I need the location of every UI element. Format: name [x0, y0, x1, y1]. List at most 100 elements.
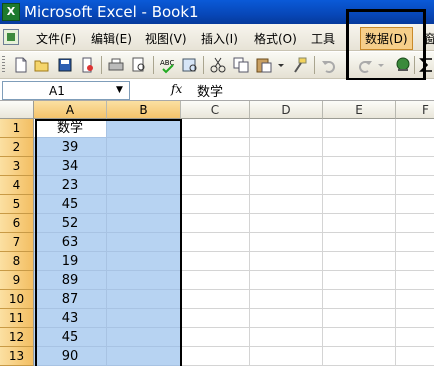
table-cell[interactable] — [323, 119, 396, 138]
column-header-f[interactable]: F — [396, 101, 434, 119]
table-cell[interactable] — [181, 176, 250, 195]
row-header[interactable]: 7 — [0, 233, 34, 252]
menu-view[interactable]: 视图(V) — [145, 30, 187, 47]
research-icon[interactable] — [181, 56, 199, 74]
table-cell[interactable] — [250, 176, 323, 195]
chevron-down-icon[interactable]: ▼ — [112, 83, 127, 98]
paste-icon[interactable] — [255, 56, 273, 74]
table-cell[interactable] — [396, 214, 434, 233]
table-cell[interactable] — [250, 309, 323, 328]
table-cell[interactable] — [250, 157, 323, 176]
insert-function-button[interactable]: fx — [171, 82, 182, 96]
table-cell[interactable] — [323, 271, 396, 290]
table-cell[interactable] — [107, 214, 181, 233]
row-header[interactable]: 10 — [0, 290, 34, 309]
table-cell[interactable] — [107, 290, 181, 309]
table-cell[interactable] — [323, 176, 396, 195]
table-cell[interactable]: 43 — [34, 309, 107, 328]
menu-file[interactable]: 文件(F) — [36, 30, 76, 47]
table-cell[interactable]: 34 — [34, 157, 107, 176]
table-cell[interactable] — [396, 271, 434, 290]
table-cell[interactable]: 63 — [34, 233, 107, 252]
table-cell[interactable] — [396, 138, 434, 157]
row-header[interactable]: 1 — [0, 119, 34, 138]
table-cell[interactable]: 23 — [34, 176, 107, 195]
select-all-button[interactable] — [0, 101, 34, 119]
table-cell[interactable] — [107, 271, 181, 290]
table-cell[interactable] — [107, 252, 181, 271]
table-cell[interactable] — [323, 195, 396, 214]
column-header-c[interactable]: C — [181, 101, 250, 119]
spelling-icon[interactable]: ABC — [159, 56, 177, 74]
table-cell[interactable] — [107, 195, 181, 214]
table-cell[interactable] — [250, 138, 323, 157]
table-cell[interactable]: 39 — [34, 138, 107, 157]
table-cell[interactable] — [181, 157, 250, 176]
name-box[interactable]: A1 ▼ — [2, 81, 130, 100]
menu-insert[interactable]: 插入(I) — [201, 30, 238, 47]
table-cell[interactable] — [396, 176, 434, 195]
table-cell[interactable] — [323, 252, 396, 271]
table-cell[interactable] — [107, 347, 181, 366]
table-cell[interactable] — [396, 119, 434, 138]
table-cell[interactable] — [396, 195, 434, 214]
row-header[interactable]: 13 — [0, 347, 34, 366]
column-header-a[interactable]: A — [34, 101, 107, 119]
table-cell[interactable]: 90 — [34, 347, 107, 366]
table-cell[interactable]: 19 — [34, 252, 107, 271]
table-cell[interactable] — [323, 214, 396, 233]
table-cell[interactable] — [323, 233, 396, 252]
table-cell[interactable] — [396, 328, 434, 347]
table-cell[interactable] — [323, 290, 396, 309]
table-cell[interactable] — [396, 290, 434, 309]
table-cell[interactable] — [250, 195, 323, 214]
cut-icon[interactable] — [209, 56, 227, 74]
menu-format[interactable]: 格式(O) — [254, 30, 297, 47]
table-cell[interactable]: 87 — [34, 290, 107, 309]
redo-icon[interactable] — [356, 56, 374, 74]
redo-dropdown[interactable] — [376, 56, 386, 74]
row-header[interactable]: 4 — [0, 176, 34, 195]
column-header-d[interactable]: D — [250, 101, 323, 119]
table-cell[interactable] — [323, 138, 396, 157]
table-cell[interactable]: 89 — [34, 271, 107, 290]
table-cell[interactable] — [250, 252, 323, 271]
table-cell[interactable] — [181, 119, 250, 138]
table-cell[interactable] — [181, 233, 250, 252]
table-cell[interactable] — [396, 233, 434, 252]
undo-icon[interactable] — [320, 56, 338, 74]
table-cell[interactable] — [107, 328, 181, 347]
print-icon[interactable] — [107, 56, 125, 74]
row-header[interactable]: 2 — [0, 138, 34, 157]
menu-edit[interactable]: 编辑(E) — [91, 30, 132, 47]
table-cell[interactable] — [250, 214, 323, 233]
column-header-b[interactable]: B — [107, 101, 181, 119]
table-cell[interactable] — [323, 328, 396, 347]
format-painter-icon[interactable] — [290, 56, 308, 74]
table-cell[interactable]: 45 — [34, 195, 107, 214]
row-header[interactable]: 9 — [0, 271, 34, 290]
table-cell[interactable] — [181, 271, 250, 290]
workbook-icon[interactable] — [3, 29, 19, 45]
save-icon[interactable] — [56, 56, 74, 74]
table-cell[interactable] — [181, 252, 250, 271]
table-cell[interactable]: 45 — [34, 328, 107, 347]
table-cell[interactable] — [181, 328, 250, 347]
table-cell[interactable] — [250, 233, 323, 252]
open-icon[interactable] — [33, 56, 51, 74]
row-header[interactable]: 8 — [0, 252, 34, 271]
table-cell[interactable]: 52 — [34, 214, 107, 233]
row-header[interactable]: 12 — [0, 328, 34, 347]
excel-app-icon[interactable]: X — [2, 3, 20, 21]
new-icon[interactable] — [12, 56, 30, 74]
menu-data[interactable]: 数据(D) — [360, 27, 413, 50]
table-cell[interactable] — [181, 138, 250, 157]
table-cell[interactable] — [250, 328, 323, 347]
table-cell[interactable] — [250, 290, 323, 309]
table-cell[interactable] — [250, 271, 323, 290]
table-cell[interactable] — [107, 119, 181, 138]
paste-options-dropdown[interactable] — [276, 56, 286, 74]
copy-icon[interactable] — [232, 56, 250, 74]
table-cell[interactable] — [181, 214, 250, 233]
permission-icon[interactable] — [79, 56, 97, 74]
